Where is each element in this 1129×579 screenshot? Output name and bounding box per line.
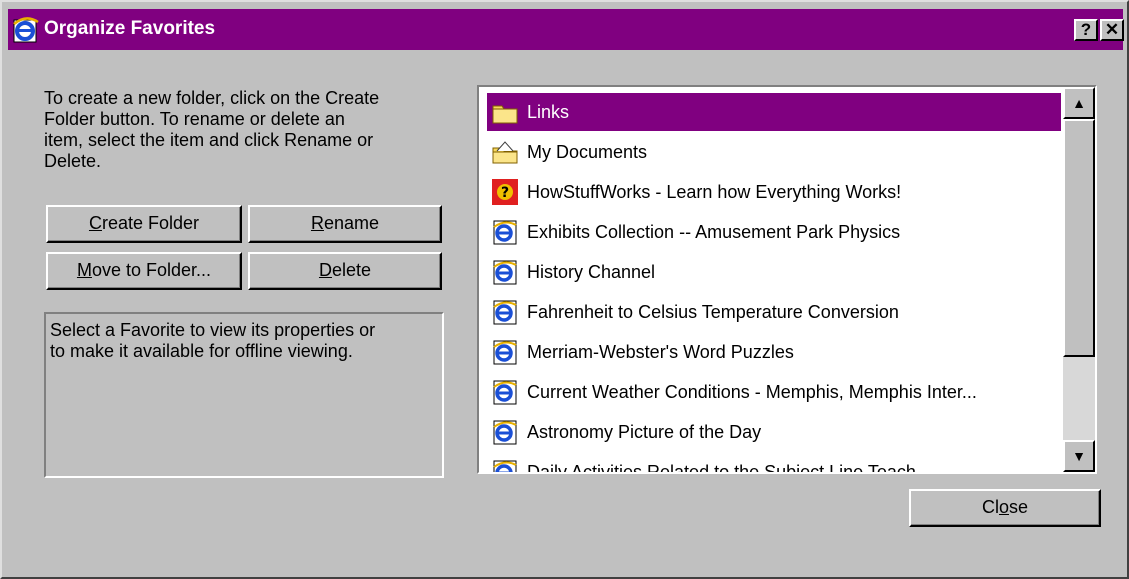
ie-page-icon [491, 218, 519, 246]
favorites-list-item[interactable]: Exhibits Collection -- Amusement Park Ph… [487, 213, 1061, 251]
folder-icon [491, 98, 519, 126]
favorites-list-item[interactable]: Fahrenheit to Celsius Temperature Conver… [487, 293, 1061, 331]
help-button[interactable]: ? [1074, 19, 1098, 41]
properties-panel: Select a Favorite to view its properties… [44, 312, 444, 478]
ie-page-icon [491, 298, 519, 326]
scroll-up-button[interactable]: ▲ [1063, 87, 1095, 119]
favorites-list-item[interactable]: Merriam-Webster's Word Puzzles [487, 333, 1061, 371]
title-bar[interactable]: Organize Favorites ? ✕ [8, 9, 1124, 50]
favorites-item-label: HowStuffWorks - Learn how Everything Wor… [527, 181, 902, 202]
favorites-list-item[interactable]: My Documents [487, 133, 1061, 171]
close-window-button[interactable]: ✕ [1100, 19, 1124, 41]
favorites-list-item[interactable]: History Channel [487, 253, 1061, 291]
ie-logo-icon [13, 17, 39, 43]
scroll-down-button[interactable]: ▼ [1063, 440, 1095, 472]
favorites-item-label: Daily Activities Related to the Subject … [527, 461, 931, 473]
favorites-item-label: My Documents [527, 141, 648, 162]
delete-button[interactable]: Delete [248, 252, 442, 290]
vertical-scrollbar[interactable]: ▲ ▼ [1063, 87, 1095, 472]
favorites-list-item[interactable]: Current Weather Conditions - Memphis, Me… [487, 373, 1061, 411]
favorites-item-label: Astronomy Picture of the Day [527, 421, 762, 442]
my-documents-folder-icon [491, 138, 519, 166]
move-to-folder-button[interactable]: Move to Folder... [46, 252, 242, 290]
favorites-item-label: History Channel [527, 261, 656, 282]
rename-button[interactable]: Rename [248, 205, 442, 243]
ie-page-icon [491, 458, 519, 472]
favorites-list-item[interactable]: ? HowStuffWorks - Learn how Everything Wo… [487, 173, 1061, 211]
instructions-text: To create a new folder, click on the Cre… [44, 88, 380, 171]
create-folder-button[interactable]: Create Folder [46, 205, 242, 243]
favorites-item-label: Current Weather Conditions - Memphis, Me… [527, 381, 977, 402]
ie-page-icon [491, 338, 519, 366]
close-button[interactable]: Close [909, 489, 1101, 527]
favorites-list-viewport: Links My Documents? HowStuffWorks - Learn … [479, 87, 1063, 472]
favorites-list-item[interactable]: Links [487, 93, 1061, 131]
favorites-list[interactable]: Links My Documents? HowStuffWorks - Learn … [477, 85, 1097, 474]
properties-text: Select a Favorite to view its properties… [50, 320, 376, 361]
favorites-item-label: Exhibits Collection -- Amusement Park Ph… [527, 221, 901, 242]
svg-text:?: ? [501, 185, 509, 201]
favorites-item-label: Links [527, 101, 570, 122]
favorites-item-label: Merriam-Webster's Word Puzzles [527, 341, 794, 362]
window-title: Organize Favorites [44, 18, 216, 39]
ie-page-icon [491, 418, 519, 446]
scroll-thumb[interactable] [1063, 119, 1095, 357]
organize-favorites-dialog: Organize Favorites ? ✕ To create a new f… [0, 0, 1129, 579]
favorites-item-label: Fahrenheit to Celsius Temperature Conver… [527, 301, 899, 322]
ie-page-icon [491, 378, 519, 406]
favorites-list-item[interactable]: Daily Activities Related to the Subject … [487, 453, 1061, 472]
howstuffworks-icon: ? [491, 178, 519, 206]
ie-page-icon [491, 258, 519, 286]
favorites-list-item[interactable]: Astronomy Picture of the Day [487, 413, 1061, 451]
